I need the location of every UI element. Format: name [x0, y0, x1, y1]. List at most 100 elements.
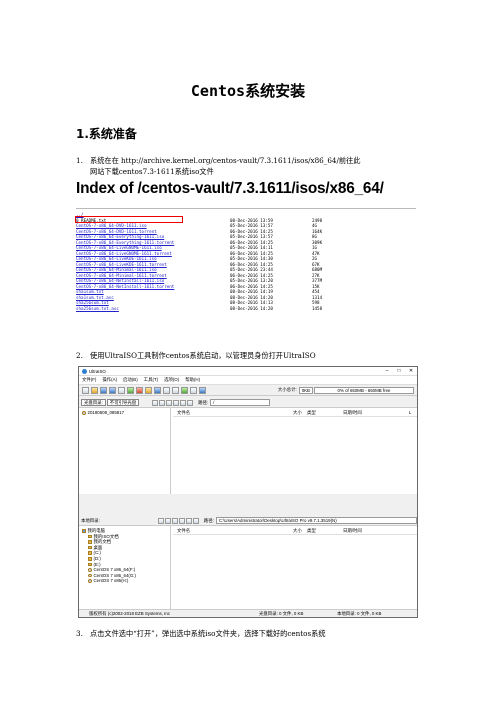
menu-actions[interactable]: 操作(A) [102, 377, 117, 383]
new-folder-icon[interactable] [166, 399, 173, 406]
disc-icon [88, 568, 92, 572]
add-file-icon[interactable] [127, 386, 134, 394]
folder-icon [88, 540, 92, 544]
cd-column-header: 文件名 大小 类型 日期/时间 L [173, 410, 417, 417]
desktop-icon [88, 545, 92, 550]
new-folder-icon[interactable] [171, 517, 178, 524]
drive-icon [88, 562, 92, 567]
cd-tree: 20180508_085817 [79, 408, 171, 494]
drive-icon [88, 556, 92, 561]
toolbar: 大小总计: 0KB 0% of 650MB - 650MB free [79, 384, 417, 396]
path-label: 路径: [198, 399, 209, 405]
size-total-label: 大小总计: [277, 387, 297, 392]
cd-path-field[interactable]: / [210, 399, 271, 406]
view-icon[interactable] [192, 517, 199, 524]
properties-icon[interactable] [190, 386, 197, 394]
checksum-icon[interactable] [181, 386, 188, 394]
disc-icon [88, 573, 92, 578]
tree-item[interactable]: CentOS 7 x86(H:) [79, 578, 170, 584]
drive-icon [88, 551, 92, 555]
view-icon[interactable] [187, 399, 194, 406]
save-icon[interactable] [100, 386, 107, 394]
capacity-bar[interactable]: 0% of 650MB - 650MB free [314, 386, 414, 394]
status-bar: 版权所有 (c)2002-2018 EZB Systems, Inc 光盘目录:… [79, 609, 417, 617]
file-link[interactable]: sha256sum.txt.asc [76, 306, 119, 312]
step-text-line1: 系统在在 http://archive.kernel.org/centos-va… [90, 156, 361, 165]
menu-bootable[interactable]: 启动(B) [123, 377, 138, 383]
tree-item-label: CentOS 7 x86(H:) [93, 578, 129, 584]
minimize-icon[interactable]: – [381, 368, 393, 374]
save-as-icon[interactable] [109, 386, 116, 394]
properties-icon[interactable] [180, 399, 187, 406]
file-row: sha256sum.txt.asc 08-Dec-2016 14:20 1458 [76, 306, 416, 312]
step-1: 1. 系统在在 http://archive.kernel.org/centos… [76, 155, 426, 177]
file-date: 08-Dec-2016 14:20 [230, 305, 273, 311]
boot-type-selector[interactable]: 不可引导光盘 [106, 399, 140, 406]
refresh-icon[interactable] [178, 517, 185, 524]
local-dir-label: 本地目录: [81, 517, 100, 523]
cd-dir-tab[interactable]: 光盘目录: [81, 399, 106, 406]
step-text: 点击文件选中“打开”，弹出选中系统iso文件夹，选择下载好的centos系统 [90, 629, 326, 638]
properties-icon[interactable] [185, 517, 192, 524]
step-text-line2: 网站下载centos7.3-1611系统iso文件 [90, 167, 214, 176]
file-listing: ../ 0_README.txt 08-Dec-2016 13:59 2498 Cen… [75, 212, 416, 312]
document-title: Centos系统安装 [190, 82, 306, 100]
mount-icon[interactable] [163, 386, 170, 394]
step-text: 使用UltraISO工具制作centos系统启动，以管理员身份打开UltraIS… [90, 351, 316, 360]
menu-file[interactable]: 文件(F) [82, 377, 96, 383]
open-icon[interactable] [91, 386, 98, 394]
menu-help[interactable]: 帮助(H) [185, 377, 200, 383]
copyright-text: 版权所有 (c)2002-2018 EZB Systems, Inc [89, 611, 171, 616]
burn-icon[interactable] [154, 386, 161, 394]
index-heading: Index of /centos-vault/7.3.1611/isos/x86… [76, 180, 384, 197]
computer-icon [82, 529, 86, 533]
step-2: 2. 使用UltraISO工具制作centos系统启动，以管理员身份打开Ultr… [76, 350, 426, 361]
col-type[interactable]: 类型 [307, 410, 316, 416]
step-number: 1. [76, 156, 83, 165]
window-title: UltraISO [89, 368, 106, 374]
local-pane: 本地目录: 路径: C:\Users\Administrator\Desktop… [79, 516, 417, 610]
cd-root-item[interactable]: 20180508_085817 [79, 410, 170, 416]
divider [76, 208, 416, 209]
col-date[interactable]: 日期/时间 [343, 410, 362, 416]
index-listing-screenshot: Index of /centos-vault/7.3.1611/isos/x86… [75, 180, 416, 320]
col-date[interactable]: 日期/时间 [343, 528, 362, 534]
ultraiso-window: UltraISO – □ ✕ 文件(F) 操作(A) 启动(B) 工具(T) 选… [78, 366, 418, 618]
local-path-field[interactable]: C:\Users\Administrator\Desktop\UltraISO … [215, 517, 417, 524]
maximize-icon[interactable]: □ [393, 368, 405, 374]
title-bar: UltraISO – □ ✕ [79, 367, 417, 376]
menu-bar: 文件(F) 操作(A) 启动(B) 工具(T) 选项(O) 帮助(H) [79, 376, 417, 384]
new-icon[interactable] [82, 386, 89, 394]
menu-options[interactable]: 选项(O) [164, 377, 179, 383]
section-heading: 1.系统准备 [76, 127, 137, 141]
col-type[interactable]: 类型 [307, 528, 316, 534]
delete-icon[interactable] [164, 517, 171, 524]
new-folder-icon[interactable] [145, 386, 152, 394]
highlight-box [75, 216, 183, 223]
compress-icon[interactable] [172, 386, 179, 394]
menu-tools[interactable]: 工具(T) [144, 377, 158, 383]
step-number: 3. [76, 629, 83, 638]
col-filename[interactable]: 文件名 [177, 528, 190, 534]
folder-icon [88, 534, 92, 539]
close-icon[interactable]: ✕ [405, 368, 417, 374]
rename-icon[interactable] [173, 399, 180, 406]
size-total-value: 0KB [298, 386, 313, 394]
path-label: 路径: [203, 517, 214, 523]
up-icon[interactable] [157, 517, 164, 524]
file-size: 1458 [312, 305, 323, 311]
col-size[interactable]: 大小 [293, 410, 302, 416]
col-filename[interactable]: 文件名 [177, 410, 190, 416]
disc-icon [82, 411, 86, 415]
help-icon[interactable] [199, 386, 206, 394]
delete-icon[interactable] [159, 399, 166, 406]
up-icon[interactable] [152, 399, 159, 406]
col-size[interactable]: 大小 [293, 528, 302, 534]
extract-icon[interactable] [118, 386, 125, 394]
delete-icon[interactable] [136, 386, 143, 394]
disc-icon [88, 579, 92, 583]
local-tree: 我的电脑 我的ISO文档 我的文档 桌面 (C:) (D:) (E:) CentOS 7 x8… [79, 526, 171, 610]
ultraiso-app-icon [82, 368, 87, 374]
col-lba[interactable]: L [409, 410, 411, 415]
local-dir-status: 本地目录: 0 文件, 0 KB [337, 611, 382, 616]
